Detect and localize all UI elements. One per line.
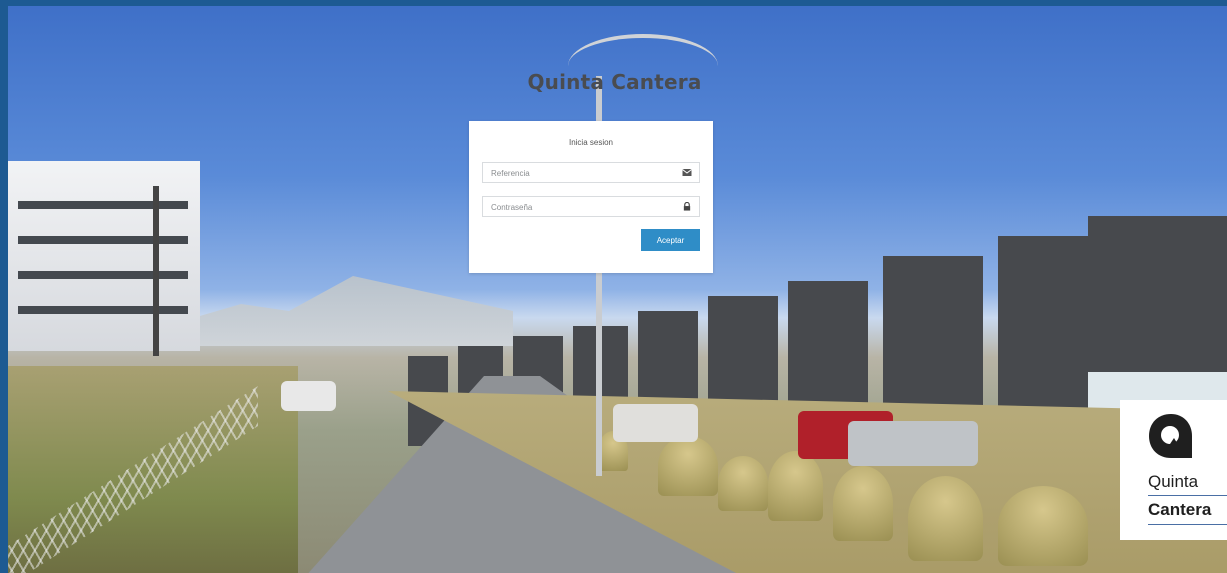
lock-icon — [683, 202, 691, 211]
reference-field[interactable] — [482, 162, 700, 183]
password-input[interactable] — [483, 198, 671, 217]
password-field[interactable] — [482, 196, 700, 217]
logo-text-line2: Cantera — [1148, 500, 1212, 519]
accept-button[interactable]: Aceptar — [641, 229, 700, 251]
login-heading: Inicia sesion — [568, 138, 614, 147]
page-title: Quinta Cantera — [527, 70, 702, 94]
envelope-icon — [682, 169, 692, 176]
quinta-cantera-logo-mark — [1149, 414, 1192, 458]
apartment-building — [8, 161, 200, 356]
brand-logo: Quinta Cantera — [1120, 400, 1227, 540]
reference-input[interactable] — [483, 164, 671, 183]
logo-text-line1: Quinta — [1148, 472, 1199, 491]
